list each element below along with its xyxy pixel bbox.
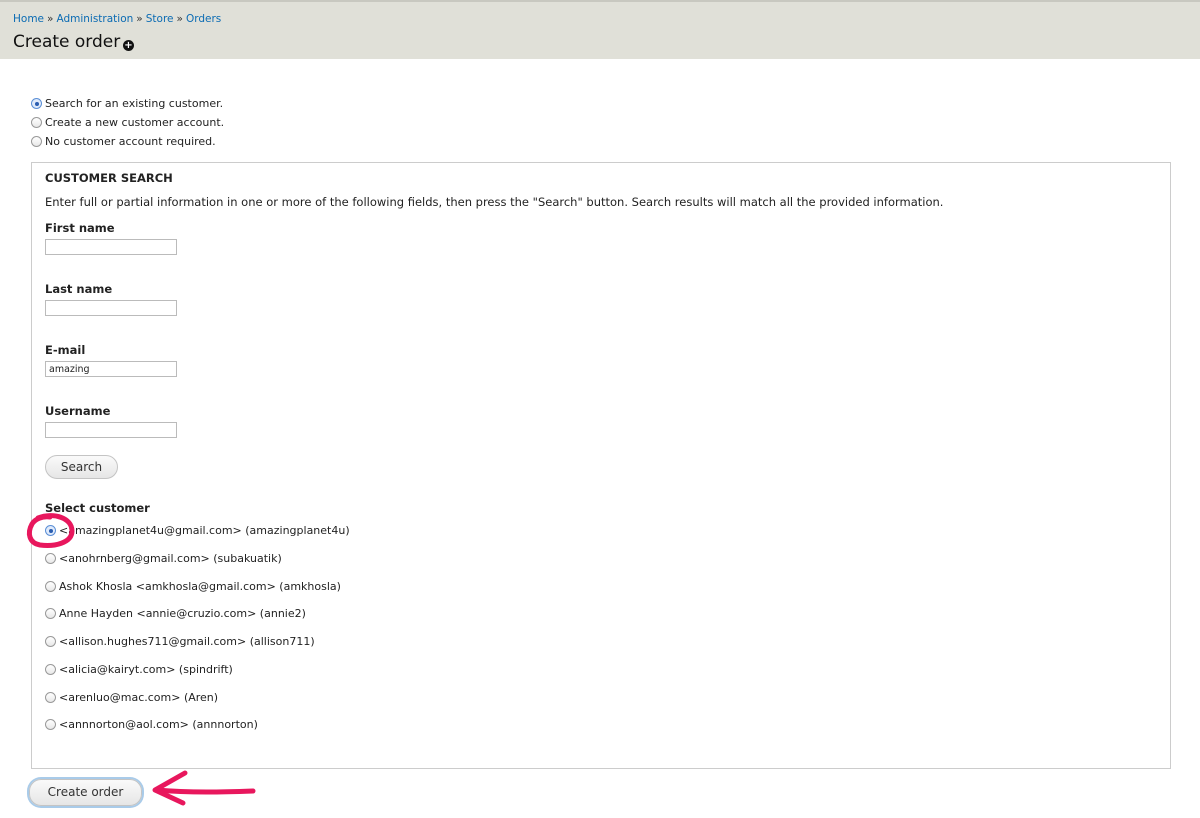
email-input[interactable]: [45, 361, 177, 377]
select-customer-label: Select customer: [45, 501, 150, 515]
option-new-customer[interactable]: Create a new customer account.: [31, 116, 224, 129]
pointer-arrow-annotation: [152, 770, 256, 806]
customer-option[interactable]: <anohrnberg@gmail.com> (subakuatik): [45, 552, 282, 565]
option-label: Search for an existing customer.: [45, 97, 224, 110]
breadcrumb-separator: »: [136, 13, 143, 25]
customer-label: <anohrnberg@gmail.com> (subakuatik): [59, 552, 282, 565]
customer-label: <annnorton@aol.com> (annnorton): [59, 718, 258, 731]
customer-option[interactable]: Ashok Khosla <amkhosla@gmail.com> (amkho…: [45, 580, 341, 593]
breadcrumb-administration[interactable]: Administration: [56, 13, 133, 25]
first-name-input[interactable]: [45, 239, 177, 255]
option-label: Create a new customer account.: [45, 116, 225, 129]
customer-option[interactable]: <allison.hughes711@gmail.com> (allison71…: [45, 635, 315, 648]
customer-label: <amazingplanet4u@gmail.com> (amazingplan…: [59, 524, 350, 537]
breadcrumb-separator: »: [47, 13, 54, 25]
option-label: No customer account required.: [45, 135, 216, 148]
breadcrumb: Home» Administration» Store» Orders: [13, 13, 221, 25]
radio-no-account[interactable]: [31, 136, 42, 147]
breadcrumb-store[interactable]: Store: [146, 13, 174, 25]
breadcrumb-separator: »: [176, 13, 183, 25]
customer-radio[interactable]: [45, 664, 56, 675]
username-input[interactable]: [45, 422, 177, 438]
customer-radio[interactable]: [45, 719, 56, 730]
radio-existing-customer[interactable]: [31, 98, 42, 109]
customer-radio[interactable]: [45, 608, 56, 619]
customer-option[interactable]: <arenluo@mac.com> (Aren): [45, 691, 218, 704]
customer-radio[interactable]: [45, 692, 56, 703]
search-description: Enter full or partial information in one…: [45, 195, 944, 209]
fieldset-legend: CUSTOMER SEARCH: [45, 171, 173, 185]
page-header: Home» Administration» Store» Orders Create …: [0, 0, 1200, 59]
customer-radio[interactable]: [45, 525, 56, 536]
customer-option[interactable]: Anne Hayden <annie@cruzio.com> (annie2): [45, 607, 306, 620]
last-name-label: Last name: [45, 282, 113, 296]
breadcrumb-orders[interactable]: Orders: [186, 13, 221, 25]
customer-option[interactable]: <amazingplanet4u@gmail.com> (amazingplan…: [45, 524, 350, 537]
search-button[interactable]: Search: [45, 455, 118, 479]
option-existing-customer[interactable]: Search for an existing customer.: [31, 97, 223, 110]
customer-option[interactable]: <annnorton@aol.com> (annnorton): [45, 718, 258, 731]
customer-radio[interactable]: [45, 553, 56, 564]
last-name-input[interactable]: [45, 300, 177, 316]
option-no-account[interactable]: No customer account required.: [31, 135, 216, 148]
customer-option[interactable]: <alicia@kairyt.com> (spindrift): [45, 663, 233, 676]
customer-radio[interactable]: [45, 636, 56, 647]
customer-radio[interactable]: [45, 581, 56, 592]
customer-label: <allison.hughes711@gmail.com> (allison71…: [59, 635, 315, 648]
add-shortcut-icon[interactable]: +: [123, 40, 134, 51]
radio-new-customer[interactable]: [31, 117, 42, 128]
customer-search-fieldset: CUSTOMER SEARCH Enter full or partial in…: [31, 162, 1171, 769]
page-title: Create order: [13, 32, 121, 52]
customer-label: <alicia@kairyt.com> (spindrift): [59, 663, 233, 676]
first-name-label: First name: [45, 221, 115, 235]
customer-label: Anne Hayden <annie@cruzio.com> (annie2): [59, 607, 306, 620]
email-label: E-mail: [45, 343, 86, 357]
create-order-button[interactable]: Create order: [29, 779, 142, 806]
breadcrumb-home[interactable]: Home: [13, 13, 44, 25]
customer-label: Ashok Khosla <amkhosla@gmail.com> (amkho…: [59, 580, 341, 593]
username-label: Username: [45, 404, 111, 418]
customer-label: <arenluo@mac.com> (Aren): [59, 691, 219, 704]
